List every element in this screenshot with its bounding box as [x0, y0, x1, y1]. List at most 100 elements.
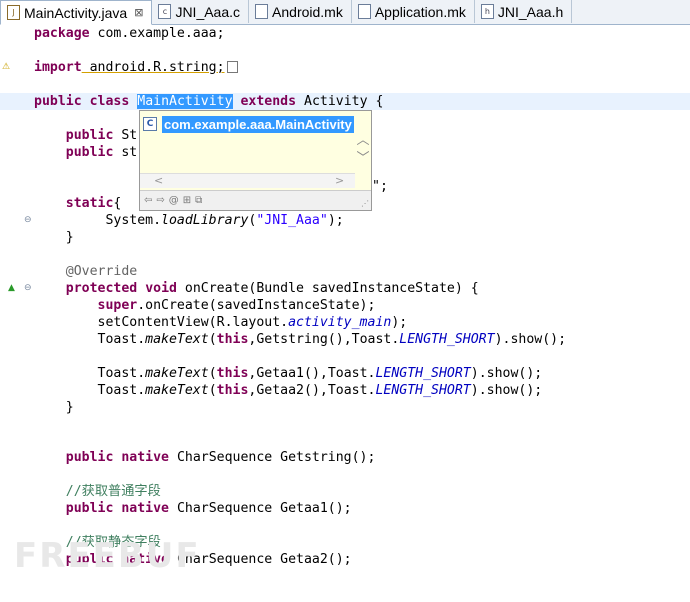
- field-name: LENGTH_SHORT: [399, 332, 495, 347]
- code-line-super-oncreate: super.onCreate(savedInstanceState);: [0, 297, 690, 314]
- scroll-right-icon[interactable]: >: [335, 174, 344, 187]
- keyword: import: [34, 60, 82, 75]
- horizontal-scrollbar[interactable]: < >: [140, 173, 355, 188]
- open-declaration-icon[interactable]: ⊞: [183, 195, 191, 206]
- method-name: makeText: [145, 383, 209, 398]
- code-line-native-getaa1: public native CharSequence Getaa1();: [0, 500, 690, 517]
- vertical-scrollbar[interactable]: ︿ ﹀: [355, 111, 371, 185]
- code-text: (: [208, 383, 217, 398]
- content-assist-popup[interactable]: C com.example.aaa.MainActivity ︿ ﹀ < > ⇦…: [139, 110, 372, 211]
- tab-label: JNI_Aaa.h: [497, 3, 564, 20]
- forward-icon[interactable]: ⇨: [156, 195, 164, 206]
- editor-tab-bar: J MainActivity.java ⊠ c JNI_Aaa.c Androi…: [0, 0, 690, 25]
- method-name: makeText: [145, 332, 209, 347]
- scroll-up-icon[interactable]: ︿: [355, 129, 371, 148]
- popup-toolbar: ⇦ ⇨ @ ⊞ ⧉: [140, 190, 371, 210]
- code-text: CharSequence Getstring();: [169, 450, 376, 465]
- selected-class-name[interactable]: MainActivity: [137, 94, 233, 109]
- method-name: makeText: [145, 366, 209, 381]
- keyword: static: [65, 196, 114, 211]
- tab-mainactivity-java[interactable]: J MainActivity.java ⊠: [0, 0, 153, 25]
- keyword: class: [89, 94, 130, 109]
- code-text: ";: [372, 179, 388, 194]
- suggestion-label: com.example.aaa.MainActivity: [162, 115, 354, 133]
- string-literal: "JNI_Aaa": [256, 213, 328, 228]
- code-line-comment-1: //获取普通字段: [0, 483, 690, 500]
- override-marker-icon[interactable]: ▲: [8, 280, 15, 297]
- back-icon[interactable]: ⇦: [144, 195, 152, 206]
- tab-android-mk[interactable]: Android.mk: [249, 0, 352, 23]
- code-text: setContentView(R.layout.: [97, 315, 289, 330]
- tab-label: MainActivity.java: [24, 4, 128, 21]
- code-line-close-brace-2: }: [0, 399, 690, 416]
- mk-file-icon: [357, 4, 371, 19]
- keyword: package: [34, 26, 90, 41]
- keyword: void: [145, 281, 177, 296]
- field-name: LENGTH_SHORT: [375, 383, 471, 398]
- code-text: ,Getstring(),Toast.: [248, 332, 400, 347]
- code-comment: //获取普通字段: [65, 484, 161, 499]
- tab-jni-aaa-c[interactable]: c JNI_Aaa.c: [152, 0, 250, 23]
- code-line-load-library: System.loadLibrary("JNI_Aaa");: [0, 212, 690, 229]
- code-text: );: [391, 315, 408, 330]
- field-name: activity_main: [288, 315, 392, 330]
- code-text: onCreate(Bundle savedInstanceState) {: [176, 281, 479, 296]
- keyword: public: [65, 450, 114, 465]
- javadoc-icon[interactable]: @: [169, 195, 179, 206]
- keyword: protected: [65, 281, 138, 296]
- code-line-native-getstring: public native CharSequence Getstring();: [0, 449, 690, 466]
- keyword: this: [216, 332, 249, 347]
- suggestion-item[interactable]: C com.example.aaa.MainActivity: [143, 115, 354, 133]
- keyword: super: [97, 298, 138, 313]
- annotation: @Override: [65, 264, 138, 279]
- code-text: com.example.aaa;: [89, 26, 225, 41]
- collapsed-block-icon[interactable]: [226, 61, 238, 73]
- c-file-icon: c: [158, 4, 172, 19]
- code-text: }: [65, 230, 74, 245]
- code-line-oncreate: ▲ protected void onCreate(Bundle savedIn…: [0, 280, 690, 297]
- keyword: extends: [240, 94, 297, 109]
- h-file-icon: h: [480, 4, 494, 19]
- class-icon: C: [143, 117, 157, 131]
- resize-grip-icon[interactable]: ⋰: [361, 199, 369, 208]
- keyword: public: [65, 501, 114, 516]
- keyword: public: [34, 94, 82, 109]
- tab-label: Android.mk: [272, 3, 343, 20]
- code-text: );: [327, 213, 344, 228]
- code-text: Activity {: [296, 94, 384, 109]
- code-text: ).show();: [494, 332, 567, 347]
- code-line-import: ⚠ ⊕ import android.R.string;: [0, 59, 690, 106]
- tab-jni-aaa-h[interactable]: h JNI_Aaa.h: [475, 0, 573, 23]
- mk-file-icon: [255, 4, 269, 19]
- code-text: (: [208, 332, 217, 347]
- warning-icon[interactable]: ⚠: [2, 59, 10, 76]
- code-text: android.R.string;: [81, 60, 225, 75]
- code-text: St: [113, 128, 138, 143]
- tab-application-mk[interactable]: Application.mk: [352, 0, 475, 23]
- keyword: public: [65, 145, 114, 160]
- code-text: ,Getaa2(),Toast.: [248, 383, 376, 398]
- keyword: native: [121, 450, 169, 465]
- code-text: ).show();: [470, 366, 543, 381]
- keyword: this: [216, 366, 249, 381]
- code-line-close-brace: }: [0, 229, 690, 246]
- code-text: Toast.: [97, 383, 146, 398]
- code-line-class-declaration: public class MainActivity extends Activi…: [0, 93, 690, 110]
- code-text: Toast.: [97, 366, 146, 381]
- code-line-toast-2: Toast.makeText(this,Getaa1(),Toast.LENGT…: [0, 365, 690, 382]
- show-source-icon[interactable]: ⧉: [195, 195, 202, 206]
- tab-label: JNI_Aaa.c: [175, 3, 241, 20]
- watermark-logo: FREEBUF: [14, 536, 201, 576]
- java-file-icon: J: [7, 5, 20, 20]
- scroll-down-icon[interactable]: ﹀: [355, 147, 371, 166]
- code-text: CharSequence Getaa1();: [169, 501, 352, 516]
- code-text: }: [65, 400, 74, 415]
- scroll-left-icon[interactable]: <: [154, 174, 163, 187]
- close-tab-icon[interactable]: ⊠: [134, 6, 143, 19]
- code-text: st: [113, 145, 138, 160]
- code-line-package: package com.example.aaa;: [0, 25, 690, 42]
- code-text: {: [113, 196, 122, 211]
- keyword: native: [121, 501, 169, 516]
- code-text: Toast.: [97, 332, 146, 347]
- code-line-override: ⊖ @Override: [0, 263, 690, 293]
